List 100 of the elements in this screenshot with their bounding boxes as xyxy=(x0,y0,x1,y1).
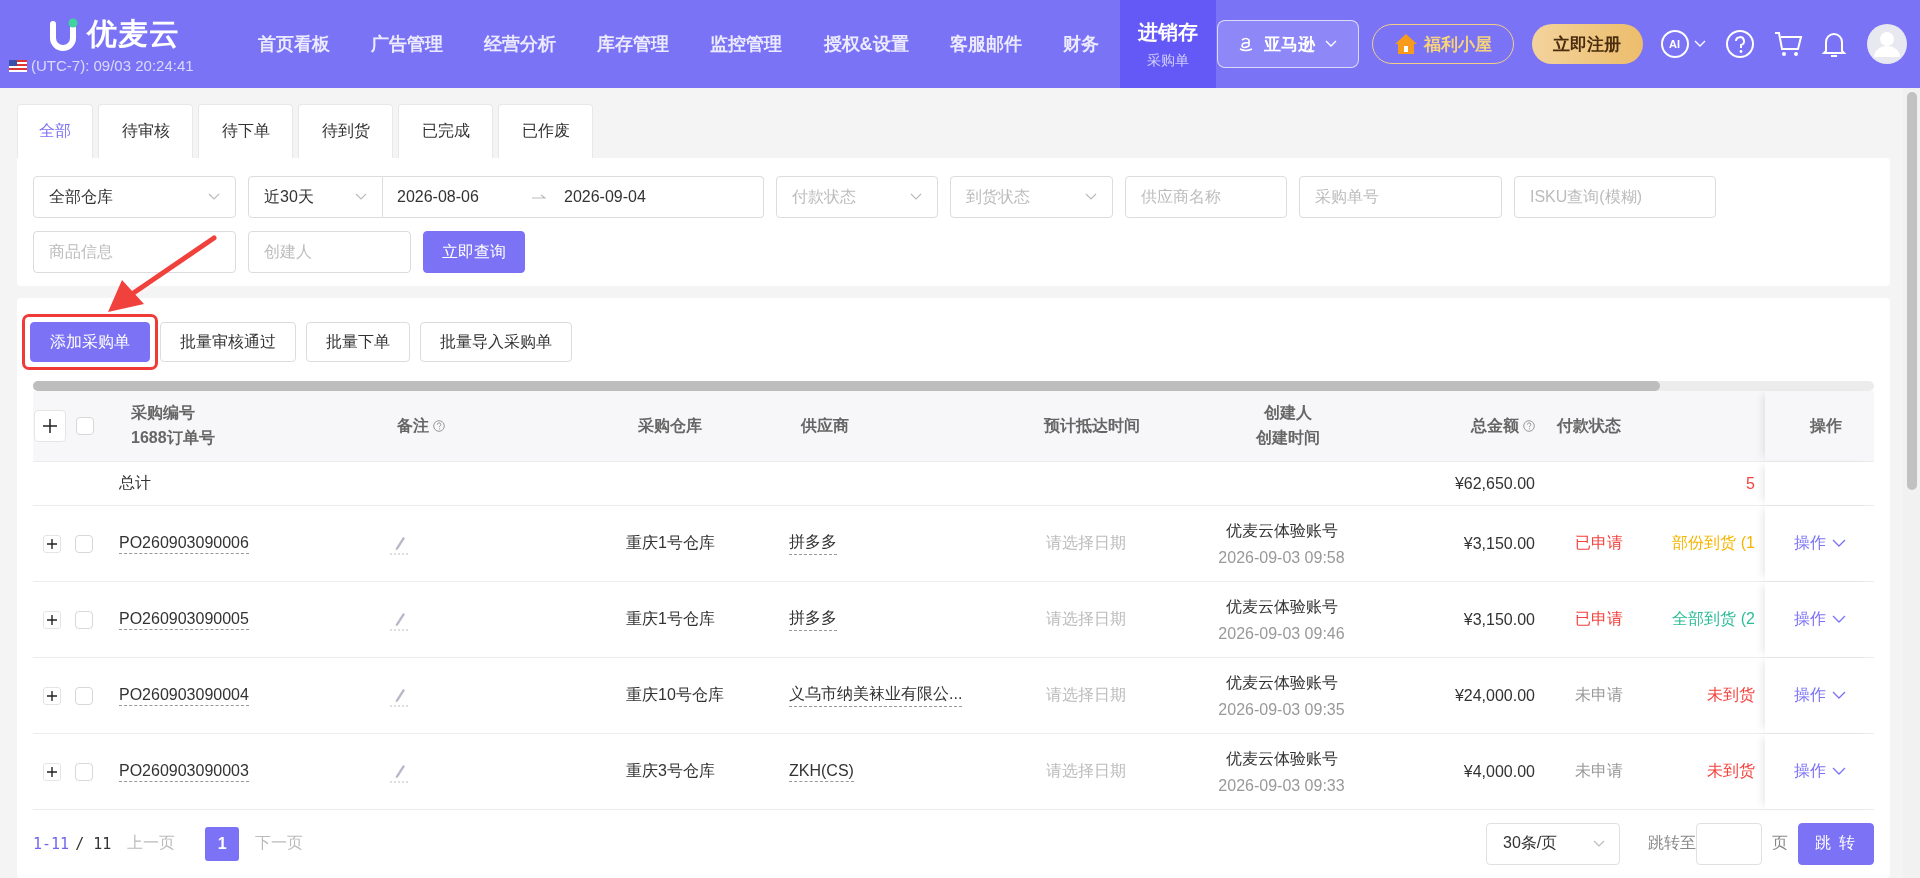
vertical-scrollbar[interactable] xyxy=(1903,88,1920,878)
help-icon[interactable] xyxy=(1724,29,1755,59)
column-header: 创建人 xyxy=(1263,403,1312,423)
checkbox[interactable] xyxy=(75,610,93,629)
tab[interactable]: 已作废 xyxy=(498,104,593,158)
clock-text: (UTC-7): 09/03 20:24:41 xyxy=(31,57,194,74)
column-header: 采购仓库 xyxy=(638,415,702,436)
table-cell-text: 优麦云体验账号 xyxy=(1225,672,1338,693)
input-field[interactable]: 供应商名称 xyxy=(1125,176,1287,218)
jump-button[interactable]: 跳 转 xyxy=(1798,822,1874,865)
plus-icon xyxy=(46,537,58,550)
column-header: 采购编号 xyxy=(131,403,196,423)
page-size-select[interactable]: 30条/页 xyxy=(1486,822,1620,865)
supplier-link[interactable]: 拼多多 xyxy=(789,532,837,555)
po-number-link[interactable]: PO260903090005 xyxy=(119,609,249,630)
table-cell: ¥3,150.00 xyxy=(1463,534,1535,553)
plus-icon xyxy=(46,765,58,778)
marketplace-dropdown[interactable]: 亚马逊 xyxy=(1216,20,1359,68)
total-label: 总计 xyxy=(119,473,151,493)
tab[interactable]: 已完成 xyxy=(398,104,493,158)
chevron-icon xyxy=(1831,615,1846,624)
search-button[interactable]: 立即查询 xyxy=(423,231,525,273)
page-number[interactable]: 1 xyxy=(205,826,240,861)
horizontal-scrollbar[interactable] xyxy=(33,381,1874,391)
chevron-icon xyxy=(1692,39,1707,49)
nav-item[interactable]: 财务 xyxy=(1042,0,1120,88)
chevron-icon xyxy=(1085,193,1097,201)
nav-item[interactable]: 授权&设置 xyxy=(802,0,930,88)
expand-button[interactable] xyxy=(43,610,61,629)
nav-item[interactable]: 首页看板 xyxy=(237,0,351,88)
action-button[interactable]: 添加采购单 xyxy=(30,322,150,362)
table-cell: 2026-09-03 09:35 xyxy=(1218,700,1345,719)
tab[interactable]: 待审核 xyxy=(98,104,193,158)
checkbox[interactable] xyxy=(75,762,93,781)
select-field[interactable]: 全部仓库 xyxy=(33,176,236,218)
supplier-link[interactable]: 义乌市纳美袜业有限公... xyxy=(789,684,963,707)
page-input[interactable] xyxy=(1696,822,1762,865)
plus-icon xyxy=(42,418,58,434)
tab[interactable]: 待下单 xyxy=(198,104,293,158)
page-unit: 页 xyxy=(1772,833,1788,853)
nav-item[interactable]: 经营分析 xyxy=(463,0,577,88)
table-cell-text: 优麦云体验账号 xyxy=(1225,520,1338,541)
operation-dropdown[interactable]: 操作 xyxy=(1787,760,1852,783)
operation-dropdown[interactable]: 操作 xyxy=(1787,532,1852,555)
expand-button[interactable] xyxy=(43,762,61,781)
expand-button[interactable] xyxy=(43,686,61,705)
period-select[interactable]: 近30天 xyxy=(248,176,383,218)
total-amount: ¥62,650.00 xyxy=(1454,474,1535,493)
supplier-link[interactable]: ZKH(CS) xyxy=(789,761,854,782)
nav-item[interactable]: 库存管理 xyxy=(576,0,690,88)
total-arrival: 5 xyxy=(1746,474,1755,493)
register-button[interactable]: 立即注册 xyxy=(1531,24,1643,64)
supplier-link[interactable]: 拼多多 xyxy=(789,608,837,631)
tab[interactable]: 全部 xyxy=(17,104,93,158)
table-cell: ¥24,000.00 xyxy=(1454,686,1535,705)
action-button[interactable]: 批量下单 xyxy=(306,322,410,362)
payment-status: 已申请 xyxy=(1574,609,1623,629)
date-range-field[interactable]: 2026-08-06 2026-09-04 xyxy=(383,176,764,218)
operation-dropdown[interactable]: 操作 xyxy=(1787,608,1852,631)
logo-text: 优麦云 xyxy=(87,16,180,52)
nav-item[interactable]: 客服邮件 xyxy=(929,0,1043,88)
table-cell: 2026-09-03 09:33 xyxy=(1218,776,1345,795)
expand-button[interactable] xyxy=(43,534,61,553)
arrival-status: 未到货 xyxy=(1707,761,1755,781)
house-icon xyxy=(1393,33,1418,55)
avatar-icon[interactable] xyxy=(1866,24,1907,64)
checkbox[interactable] xyxy=(75,686,93,705)
chevron-icon xyxy=(1831,691,1846,700)
column-subheader: 1688订单号 xyxy=(131,428,215,448)
action-button[interactable]: 批量导入采购单 xyxy=(420,322,572,362)
nav-item[interactable]: 进销存 采购单 xyxy=(1119,0,1216,88)
chevron-icon xyxy=(1325,40,1337,48)
input-field[interactable]: ISKU查询(模糊) xyxy=(1514,176,1716,218)
checkbox[interactable] xyxy=(76,417,94,435)
operation-dropdown[interactable]: 操作 xyxy=(1787,684,1852,707)
input-field[interactable]: 创建人 xyxy=(248,231,411,273)
cart-icon[interactable] xyxy=(1772,29,1803,59)
arrival-status: 全部到货 (2 xyxy=(1672,609,1755,629)
nav-item[interactable]: 监控管理 xyxy=(689,0,803,88)
checkbox[interactable] xyxy=(75,534,93,553)
chevron-icon xyxy=(355,193,367,201)
po-number-link[interactable]: PO260903090006 xyxy=(119,533,249,554)
expand-all-button[interactable] xyxy=(34,410,66,442)
arrival-status: 部份到货 (1 xyxy=(1672,533,1755,553)
po-number-link[interactable]: PO260903090003 xyxy=(119,761,249,782)
action-button[interactable]: 批量审核通过 xyxy=(160,322,296,362)
table-cell: ¥4,000.00 xyxy=(1463,762,1535,781)
tab[interactable]: 待到货 xyxy=(298,104,393,158)
table-cell: ¥3,150.00 xyxy=(1463,610,1535,629)
chevron-icon xyxy=(910,193,922,201)
nav-item[interactable]: 广告管理 xyxy=(350,0,464,88)
payment-status: 未申请 xyxy=(1574,761,1623,781)
po-number-link[interactable]: PO260903090004 xyxy=(119,685,249,706)
plus-icon xyxy=(46,613,58,626)
table-cell-text: 重庆1号仓库 xyxy=(626,533,715,553)
input-field[interactable]: 采购单号 xyxy=(1299,176,1502,218)
flag-icon xyxy=(9,59,27,72)
table-cell: 2026-09-03 09:58 xyxy=(1218,548,1345,567)
input-field[interactable]: 商品信息 xyxy=(33,231,236,273)
column-header: 预计抵达时间 xyxy=(1043,415,1140,436)
